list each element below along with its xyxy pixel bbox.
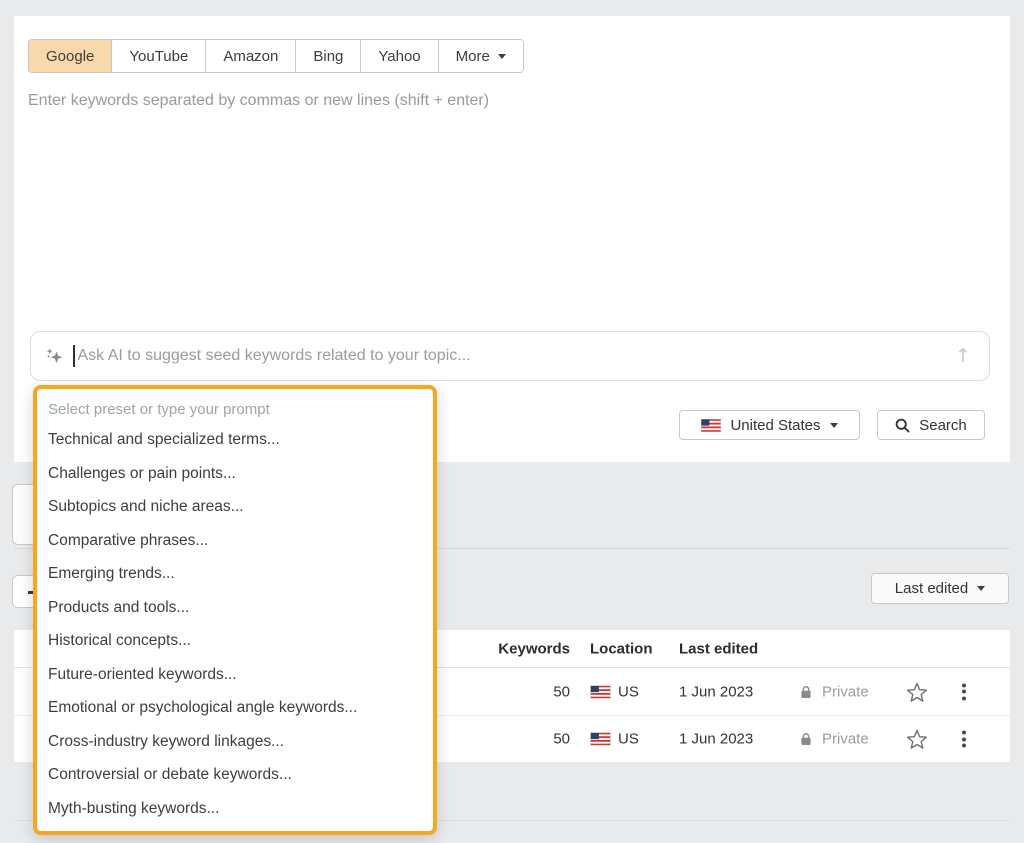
ai-prompt-box[interactable]: ↑ xyxy=(30,331,990,381)
location-code: US xyxy=(618,683,639,700)
search-button-label: Search xyxy=(919,417,967,434)
send-arrow-icon[interactable]: ↑ xyxy=(955,347,971,366)
country-label: United States xyxy=(730,417,820,434)
us-flag-icon xyxy=(590,685,611,698)
us-flag-icon xyxy=(590,733,611,746)
lock-icon xyxy=(800,732,812,746)
preset-item[interactable]: Cross-industry keyword linkages... xyxy=(37,725,433,759)
preset-item[interactable]: Myth-busting keywords... xyxy=(37,792,433,826)
keywords-textarea[interactable] xyxy=(28,92,968,317)
row-menu-icon[interactable] xyxy=(962,731,966,748)
lock-icon xyxy=(800,685,812,699)
tab-amazon-label: Amazon xyxy=(223,48,278,65)
tab-bing[interactable]: Bing xyxy=(296,40,361,72)
country-selector[interactable]: United States xyxy=(679,410,860,440)
tab-google[interactable]: Google xyxy=(29,40,112,72)
visibility-badge: Private xyxy=(822,683,869,700)
tab-yahoo[interactable]: Yahoo xyxy=(361,40,438,72)
column-header-last-edited: Last edited xyxy=(679,640,758,657)
favorite-star-icon[interactable] xyxy=(906,729,928,750)
search-icon xyxy=(895,418,910,433)
preset-item[interactable]: Technical and specialized terms... xyxy=(37,423,433,457)
preset-item[interactable]: Comparative phrases... xyxy=(37,524,433,558)
text-cursor xyxy=(73,345,75,367)
preset-item[interactable]: Products and tools... xyxy=(37,591,433,625)
keywords-explorer-page: Google YouTube Amazon Bing Yahoo More ↑ xyxy=(0,0,1024,843)
preset-item[interactable]: Emerging trends... xyxy=(37,557,433,591)
chevron-down-icon xyxy=(977,586,985,591)
sort-by-label: Last edited xyxy=(895,580,968,597)
us-flag-icon xyxy=(701,419,721,432)
tab-yahoo-label: Yahoo xyxy=(378,48,420,65)
ai-prompt-input[interactable] xyxy=(78,347,956,365)
tab-more[interactable]: More xyxy=(439,40,523,72)
row-menu-icon[interactable] xyxy=(962,683,966,700)
search-button[interactable]: Search xyxy=(877,410,985,440)
favorite-star-icon[interactable] xyxy=(906,681,928,702)
preset-item[interactable]: Historical concepts... xyxy=(37,624,433,658)
sort-by-button[interactable]: Last edited xyxy=(871,573,1009,604)
preset-item[interactable]: Challenges or pain points... xyxy=(37,457,433,491)
ai-sparkle-icon xyxy=(45,347,64,366)
preset-item[interactable]: Future-oriented keywords... xyxy=(37,658,433,692)
preset-dropdown-header: Select preset or type your prompt xyxy=(37,396,433,423)
tab-google-label: Google xyxy=(46,48,94,65)
tab-amazon[interactable]: Amazon xyxy=(206,40,296,72)
column-header-location: Location xyxy=(590,640,653,657)
tab-more-label: More xyxy=(456,48,490,65)
preset-item[interactable]: Emotional or psychological angle keyword… xyxy=(37,691,433,725)
last-edited-date: 1 Jun 2023 xyxy=(679,683,753,700)
location-code: US xyxy=(618,731,639,748)
preset-item[interactable]: Subtopics and niche areas... xyxy=(37,490,433,524)
engine-tabs: Google YouTube Amazon Bing Yahoo More xyxy=(28,39,524,73)
preset-item[interactable]: Controversial or debate keywords... xyxy=(37,758,433,792)
tab-bing-label: Bing xyxy=(313,48,343,65)
last-edited-date: 1 Jun 2023 xyxy=(679,731,753,748)
tab-youtube-label: YouTube xyxy=(129,48,188,65)
tab-youtube[interactable]: YouTube xyxy=(112,40,206,72)
visibility-badge: Private xyxy=(822,731,869,748)
chevron-down-icon xyxy=(498,54,506,59)
ai-preset-dropdown: Select preset or type your prompt Techni… xyxy=(33,385,437,835)
chevron-down-icon xyxy=(830,423,838,428)
